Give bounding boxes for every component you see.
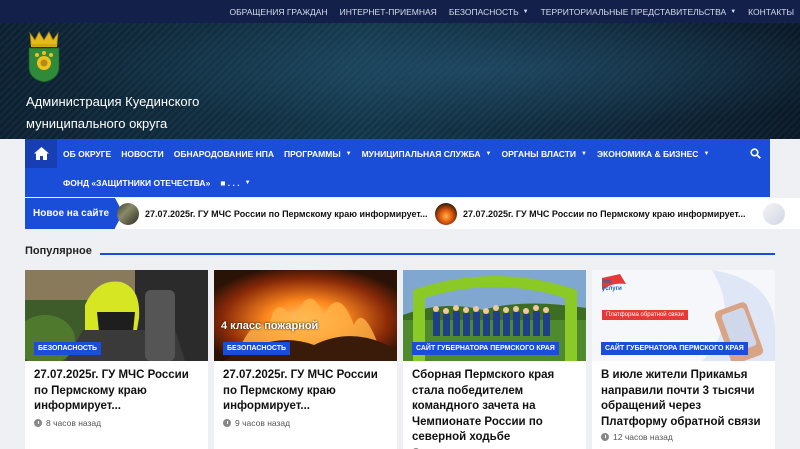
card-title[interactable]: 27.07.2025г. ГУ МЧС России по Пермскому … [34,368,202,415]
ticker-item[interactable] [763,198,791,229]
caret-down-icon: ▼ [522,8,529,15]
caret-down-icon: ▼ [345,150,352,157]
nav-programs[interactable]: ПРОГРАММЫ ▼ [284,149,352,159]
caret-down-icon: ▼ [581,150,587,157]
nav-economy-business[interactable]: ЭКОНОМИКА & БИЗНЕС ▼ [597,149,709,159]
card-time-text: 8 часов назад [46,418,102,428]
coat-of-arms-icon[interactable] [26,31,62,83]
gosuslugi-logo-text: гос услуги [602,279,622,292]
nav-label: ОБНАРОДОВАНИЕ НПА [173,148,274,159]
topnav-security[interactable]: БЕЗОПАСНОСТЬ ▼ [449,7,529,17]
home-icon [33,147,49,160]
nav-label: МУНИЦИПАЛЬНАЯ СЛУЖБА [361,148,481,159]
nav-defenders-fund[interactable]: ФОНД «ЗАЩИТНИКИ ОТЕЧЕСТВА» [63,178,210,188]
card-time-text: 9 часов назад [235,418,291,428]
nav-label: ■ . . . [220,177,240,188]
nav-label: ПРОГРАММЫ [284,148,341,159]
top-navigation: ОБРАЩЕНИЯ ГРАЖДАН ИНТЕРНЕТ-ПРИЕМНАЯ БЕЗО… [0,0,800,23]
nav-about-district[interactable]: ОБ ОКРУГЕ [63,149,111,159]
card-time: 12 часов назад [601,432,673,442]
nav-label: ОБ ОКРУГЕ [63,148,112,159]
ticker-item-text: 27.07.2025г. ГУ МЧС России по Пермскому … [145,208,428,219]
ticker-label: Новое на сайте [25,198,123,229]
site-title-line1: Администрация Куединского [26,94,200,109]
site-title[interactable]: Администрация Куединского муниципального… [26,91,226,135]
caret-down-icon: ▼ [730,8,737,15]
home-button[interactable] [25,139,57,168]
category-badge[interactable]: САЙТ ГУБЕРНАТОРА ПЕРМСКОГО КРАЯ [412,342,559,355]
card-title[interactable]: 27.07.2025г. ГУ МЧС России по Пермскому … [223,368,391,415]
card-image-caption: 4 класс пожарной [221,320,319,332]
news-card[interactable]: 4 класс пожарной БЕЗОПАСНОСТЬ 27.07.2025… [214,270,397,449]
card-title[interactable]: Сборная Пермского края стала победителем… [412,368,580,446]
nav-municipal-service[interactable]: МУНИЦИПАЛЬНАЯ СЛУЖБА ▼ [362,149,492,159]
main-nav-row-1: ОБ ОКРУГЕ НОВОСТИ ОБНАРОДОВАНИЕ НПА ПРОГ… [63,139,719,168]
site-title-line2: муниципального округа [26,116,168,131]
topnav-label: КОНТАКТЫ [748,6,794,17]
main-nav-row-2: ФОНД «ЗАЩИТНИКИ ОТЕЧЕСТВА» ■ . . . ▼ [63,168,261,197]
nav-legal-acts[interactable]: ОБНАРОДОВАНИЕ НПА [174,149,274,159]
topnav-label: ТЕРРИТОРИАЛЬНЫЕ ПРЕДСТАВИТЕЛЬСТВА [540,6,727,17]
nav-news[interactable]: НОВОСТИ [121,149,164,159]
card-time-text: 12 часов назад [613,432,673,442]
clock-icon [601,433,609,441]
topnav-internet-reception[interactable]: ИНТЕРНЕТ-ПРИЕМНАЯ [340,7,437,17]
search-button[interactable] [740,139,770,168]
topnav-label: БЕЗОПАСНОСТЬ [448,6,519,17]
news-ticker: Новое на сайте 27.07.2025г. ГУ МЧС Росси… [25,198,800,229]
category-badge[interactable]: САЙТ ГУБЕРНАТОРА ПЕРМСКОГО КРАЯ [601,342,748,355]
nav-authorities[interactable]: ОРГАНЫ ВЛАСТИ ▼ [501,149,587,159]
news-card[interactable]: САЙТ ГУБЕРНАТОРА ПЕРМСКОГО КРАЯ Сборная … [403,270,586,449]
topnav-territorial-offices[interactable]: ТЕРРИТОРИАЛЬНЫЕ ПРЕДСТАВИТЕЛЬСТВА ▼ [541,7,737,17]
ticker-thumbnail [763,202,785,225]
topnav-citizen-appeals[interactable]: ОБРАЩЕНИЯ ГРАЖДАН [229,7,327,17]
caret-down-icon: ▼ [703,150,710,157]
nav-label: ФОНД «ЗАЩИТНИКИ ОТЕЧЕСТВА» [63,177,211,188]
search-icon [749,148,761,159]
site-header: Администрация Куединского муниципального… [0,23,800,139]
ticker-thumbnail [117,202,139,225]
topnav-contacts[interactable]: КОНТАКТЫ [748,7,794,17]
ticker-item[interactable]: 27.07.2025г. ГУ МЧС России по Пермскому … [435,198,746,229]
topnav-label: ИНТЕРНЕТ-ПРИЕМНАЯ [339,6,437,17]
section-heading-popular: Популярное [25,245,92,257]
ticker-item[interactable]: 27.07.2025г. ГУ МЧС России по Пермскому … [117,198,428,229]
category-badge[interactable]: БЕЗОПАСНОСТЬ [223,342,291,355]
card-time: 8 часов назад [34,418,101,428]
caret-down-icon: ▼ [244,179,251,186]
topnav-label: ОБРАЩЕНИЯ ГРАЖДАН [229,6,328,17]
clock-icon [34,419,42,427]
card-title[interactable]: В июле жители Прикамья направили почти 3… [601,368,769,430]
section-divider [100,253,775,255]
card-image-banner: Платформа обратной связи [602,310,688,320]
caret-down-icon: ▼ [485,150,492,157]
nav-label: ЭКОНОМИКА & БИЗНЕС [596,148,699,159]
nav-label: НОВОСТИ [121,148,164,159]
main-navigation: ОБ ОКРУГЕ НОВОСТИ ОБНАРОДОВАНИЕ НПА ПРОГ… [25,139,770,197]
nav-label: ОРГАНЫ ВЛАСТИ [501,148,577,159]
ticker-thumbnail [435,202,457,225]
nav-more[interactable]: ■ . . . ▼ [220,178,250,188]
category-badge[interactable]: БЕЗОПАСНОСТЬ [34,342,102,355]
clock-icon [223,419,231,427]
card-time: 9 часов назад [223,418,290,428]
ticker-item-text: 27.07.2025г. ГУ МЧС России по Пермскому … [463,208,746,219]
news-card[interactable]: БЕЗОПАСНОСТЬ 27.07.2025г. ГУ МЧС России … [25,270,208,449]
news-card[interactable]: гос услуги Платформа обратной связи САЙТ… [592,270,775,449]
